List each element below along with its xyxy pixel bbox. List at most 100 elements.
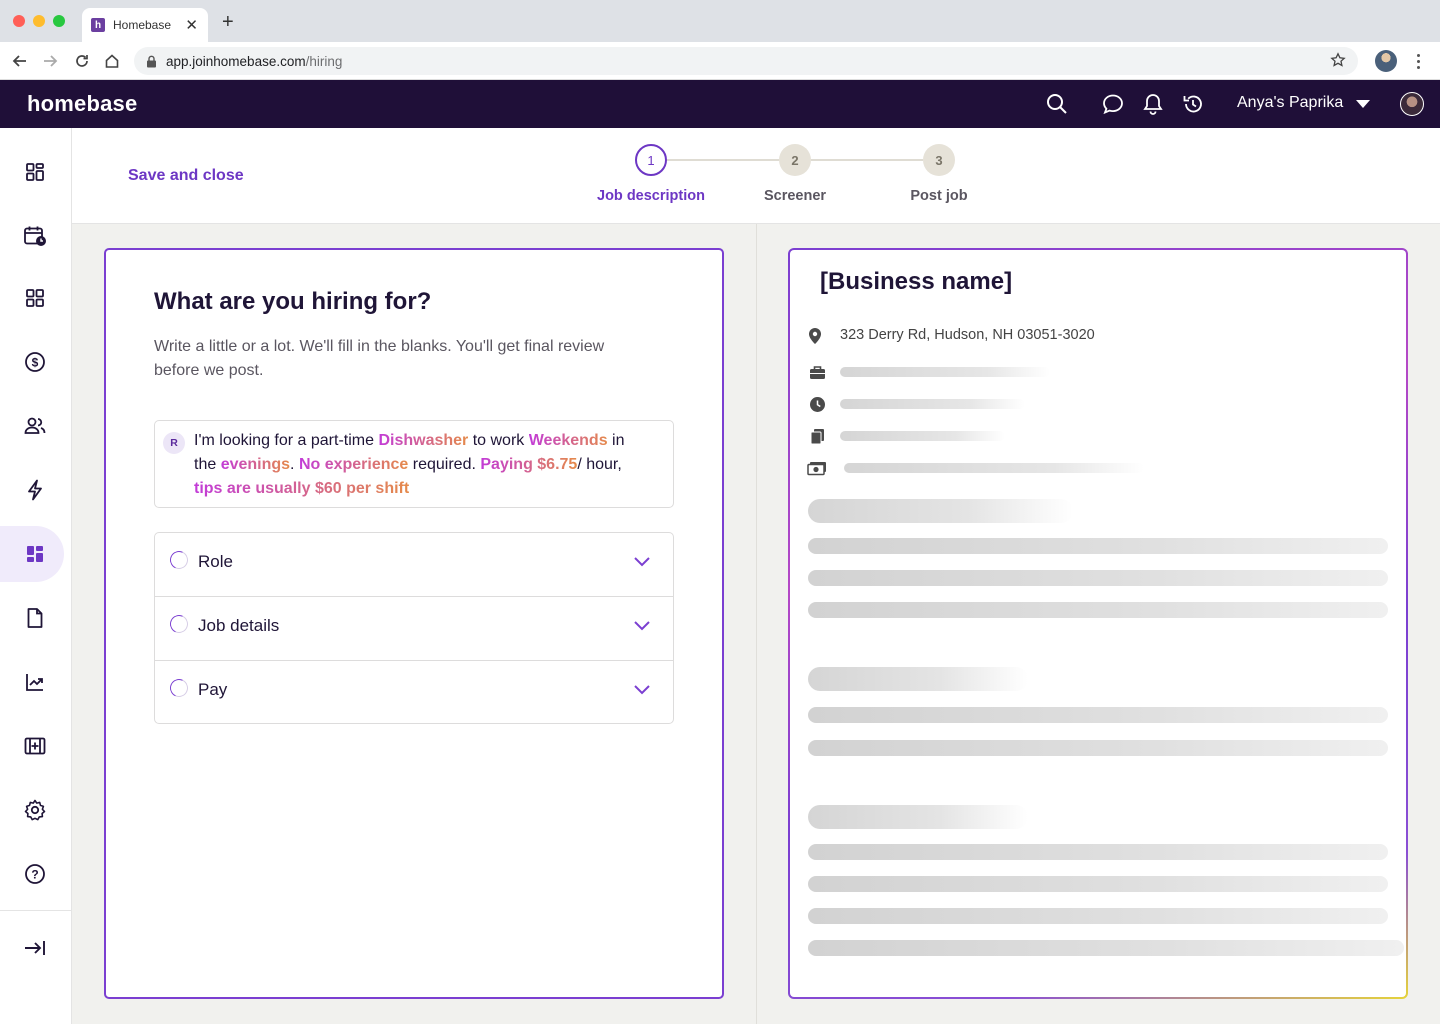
back-icon[interactable] (11, 52, 29, 70)
brand-logo[interactable]: homebase (27, 91, 137, 117)
skeleton-heading (808, 667, 1028, 691)
user-menu-label[interactable]: Anya's Paprika (1237, 94, 1343, 112)
section-job-details[interactable]: Job details (155, 597, 673, 661)
home-icon[interactable] (103, 52, 121, 70)
job-post-preview: [Business name] 323 Derry Rd, Hudson, NH… (788, 248, 1408, 999)
step-number: 1 (635, 144, 667, 176)
chevron-down-icon[interactable] (633, 555, 651, 567)
save-and-close-button[interactable]: Save and close (128, 167, 244, 185)
section-label: Pay (198, 680, 228, 699)
step-post-job[interactable]: 3 Post job (879, 144, 999, 204)
skeleton-line (808, 707, 1388, 723)
step-screener[interactable]: 2 Screener (735, 144, 855, 204)
skeleton-line (840, 367, 1050, 377)
search-icon[interactable] (1045, 92, 1069, 116)
sidebar: $ ? (0, 128, 72, 1024)
bell-icon[interactable] (1141, 92, 1165, 116)
job-prompt-text: I'm looking for a part-time Dishwasher t… (194, 432, 625, 497)
skeleton-line (808, 570, 1388, 586)
section-role[interactable]: Role (155, 533, 673, 597)
bookmark-star-icon[interactable] (1330, 52, 1346, 68)
document-icon[interactable] (0, 590, 64, 646)
collapse-icon[interactable] (0, 920, 64, 976)
copy-icon (807, 427, 827, 445)
app-header: homebase Anya's Paprika (0, 80, 1440, 128)
lock-icon (147, 55, 156, 67)
section-label: Job details (198, 616, 280, 635)
form-subtitle: Write a little or a lot. We'll fill in t… (154, 338, 605, 379)
chevron-down-icon[interactable] (633, 683, 651, 695)
schedule-icon[interactable] (0, 208, 64, 264)
step-label: Post job (910, 188, 968, 204)
forward-icon[interactable] (41, 52, 59, 70)
window-minimize-button[interactable] (33, 15, 45, 27)
step-job-description[interactable]: 1 Job description (591, 144, 711, 204)
favicon-icon: h (91, 18, 105, 32)
highlight-days: Weekends (528, 432, 608, 449)
panel-divider (756, 224, 757, 1024)
avatar[interactable] (1400, 92, 1424, 116)
briefcase-icon (807, 363, 827, 381)
section-pay[interactable]: Pay (155, 661, 673, 723)
browser-tab-bar: h Homebase ✕ + (0, 0, 1440, 42)
highlight-experience: No experience (298, 456, 409, 473)
add-panel-icon[interactable] (0, 718, 64, 774)
browser-profile-avatar[interactable] (1375, 50, 1397, 72)
skeleton-heading (808, 805, 1028, 829)
loading-spinner-icon (167, 612, 191, 636)
wizard-header: Save and close 1 Job description 2 Scree… (72, 128, 1440, 224)
team-icon[interactable] (0, 398, 64, 454)
skeleton-line (808, 940, 1404, 956)
sidebar-divider (0, 910, 72, 911)
step-number: 2 (779, 144, 811, 176)
step-label: Screener (763, 188, 827, 204)
section-label: Role (198, 552, 233, 571)
highlight-time: evenings (220, 456, 291, 473)
form-sections: Role Job details Pay (154, 532, 674, 724)
skeleton-line (808, 844, 1388, 860)
browser-menu-icon[interactable] (1413, 52, 1423, 70)
url-host: app.joinhomebase.com (166, 53, 306, 69)
svg-text:?: ? (31, 868, 38, 882)
chat-icon[interactable] (1101, 92, 1125, 116)
dashboard-icon[interactable] (0, 144, 64, 200)
reports-icon[interactable] (0, 654, 64, 710)
lightning-icon[interactable] (0, 462, 64, 518)
skeleton-line (808, 538, 1388, 554)
history-icon[interactable] (1181, 92, 1205, 116)
tab-close-icon[interactable]: ✕ (185, 16, 198, 34)
skeleton-line (808, 740, 1388, 756)
highlight-pay: Paying $6.75 (480, 456, 578, 473)
skeleton-line (808, 602, 1388, 618)
loading-spinner-icon (167, 676, 191, 700)
url-path: /hiring (305, 53, 343, 69)
window-close-button[interactable] (13, 15, 25, 27)
skeleton-line (840, 431, 1005, 441)
hiring-icon[interactable] (0, 526, 64, 582)
job-prompt-input[interactable]: R I'm looking for a part-time Dishwasher… (154, 420, 674, 508)
url-field[interactable]: app.joinhomebase.com/hiring (134, 47, 1358, 75)
clock-icon (807, 395, 827, 413)
tab-title: Homebase (113, 18, 172, 32)
browser-address-bar: app.joinhomebase.com/hiring (0, 42, 1440, 80)
payroll-icon[interactable]: $ (0, 334, 64, 390)
apps-icon[interactable] (0, 270, 64, 326)
business-address: 323 Derry Rd, Hudson, NH 03051-3020 (840, 327, 1095, 343)
reload-icon[interactable] (73, 52, 91, 70)
skeleton-line (808, 876, 1388, 892)
settings-icon[interactable] (0, 782, 64, 838)
help-icon[interactable]: ? (0, 846, 64, 902)
browser-tab[interactable]: h Homebase ✕ (82, 8, 208, 42)
loading-spinner-icon (167, 548, 191, 572)
svg-text:$: $ (32, 356, 39, 370)
new-tab-icon[interactable]: + (222, 11, 234, 34)
highlight-role: Dishwasher (378, 432, 469, 449)
form-title: What are you hiring for? (154, 288, 432, 315)
window-maximize-button[interactable] (53, 15, 65, 27)
chevron-down-icon[interactable] (1356, 100, 1370, 108)
highlight-tips: tips are usually $60 per shift (194, 480, 410, 497)
chevron-down-icon[interactable] (633, 619, 651, 631)
skeleton-line (840, 399, 1025, 409)
money-icon (807, 459, 827, 477)
step-label: Job description (597, 188, 705, 204)
